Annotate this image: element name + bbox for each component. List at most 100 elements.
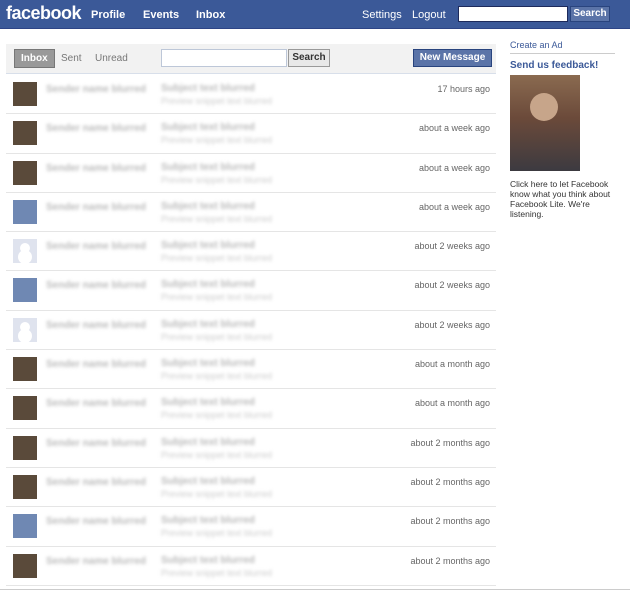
message-time: about 2 months ago — [410, 555, 490, 566]
message-sender[interactable]: Sender name blurred — [46, 83, 156, 96]
nav-logout[interactable]: Logout — [412, 9, 446, 21]
message-sender[interactable]: Sender name blurred — [46, 319, 156, 332]
message-sender[interactable]: Sender name blurred — [46, 240, 156, 253]
avatar[interactable] — [13, 474, 37, 499]
message-snippet: Preview snippet text blurred — [161, 528, 273, 539]
message-time: about 2 weeks ago — [414, 280, 490, 291]
message-list: Sender name blurred Subject text blurred P… — [6, 75, 496, 586]
message-row[interactable]: Sender name blurred Subject text blurred P… — [6, 429, 496, 468]
message-sender[interactable]: Sender name blurred — [46, 358, 156, 371]
message-time: about 2 weeks ago — [414, 241, 490, 252]
top-search-button[interactable]: Search — [570, 6, 610, 22]
message-snippet: Preview snippet text blurred — [161, 567, 273, 578]
inbox-toolbar: Inbox Sent Unread Search New Message — [6, 44, 496, 74]
right-sidebar: Create an Ad Send us feedback! Click her… — [510, 40, 615, 219]
tab-unread[interactable]: Unread — [95, 53, 128, 64]
nav-settings[interactable]: Settings — [362, 9, 402, 21]
message-subject[interactable]: Subject text blurred — [161, 201, 386, 212]
nav-inbox[interactable]: Inbox — [196, 9, 225, 21]
message-sender[interactable]: Sender name blurred — [46, 279, 156, 292]
message-snippet: Preview snippet text blurred — [161, 292, 273, 303]
message-subject[interactable]: Subject text blurred — [161, 397, 386, 408]
message-subject[interactable]: Subject text blurred — [161, 515, 386, 526]
message-sender[interactable]: Sender name blurred — [46, 397, 156, 410]
avatar[interactable] — [13, 160, 37, 185]
avatar[interactable] — [13, 396, 37, 421]
feedback-title[interactable]: Send us feedback! — [510, 60, 615, 71]
message-snippet: Preview snippet text blurred — [161, 135, 273, 146]
message-sender[interactable]: Sender name blurred — [46, 515, 156, 528]
message-snippet: Preview snippet text blurred — [161, 96, 273, 106]
avatar[interactable] — [13, 121, 37, 146]
avatar[interactable] — [13, 82, 37, 106]
avatar[interactable] — [13, 278, 37, 303]
message-time: about 2 months ago — [410, 516, 490, 527]
message-time: 17 hours ago — [437, 84, 490, 94]
message-subject[interactable]: Subject text blurred — [161, 555, 386, 566]
message-time: about a week ago — [418, 162, 490, 173]
message-subject[interactable]: Subject text blurred — [161, 240, 386, 251]
tab-sent[interactable]: Sent — [61, 53, 82, 64]
top-bar: facebook Profile Events Inbox Settings L… — [0, 0, 630, 29]
message-subject[interactable]: Subject text blurred — [161, 476, 386, 487]
message-snippet: Preview snippet text blurred — [161, 174, 273, 185]
message-subject[interactable]: Subject text blurred — [161, 437, 386, 448]
message-subject[interactable]: Subject text blurred — [161, 83, 386, 94]
message-subject[interactable]: Subject text blurred — [161, 122, 386, 133]
message-sender[interactable]: Sender name blurred — [46, 437, 156, 450]
avatar[interactable] — [13, 514, 37, 539]
message-row[interactable]: Sender name blurred Subject text blurred P… — [6, 547, 496, 586]
tab-inbox[interactable]: Inbox — [14, 49, 55, 68]
message-search-button[interactable]: Search — [288, 49, 330, 67]
message-sender[interactable]: Sender name blurred — [46, 476, 156, 489]
facebook-logo[interactable]: facebook — [6, 3, 82, 24]
feedback-text[interactable]: Click here to let Facebook know what you… — [510, 179, 615, 219]
message-time: about a week ago — [418, 201, 490, 212]
message-row[interactable]: Sender name blurred Subject text blurred P… — [6, 350, 496, 390]
top-search-input[interactable] — [458, 6, 568, 22]
message-time: about a week ago — [418, 123, 490, 134]
message-snippet: Preview snippet text blurred — [161, 410, 273, 421]
nav-profile[interactable]: Profile — [91, 9, 125, 21]
message-row[interactable]: Sender name blurred Subject text blurred P… — [6, 154, 496, 193]
avatar[interactable] — [13, 239, 37, 264]
message-subject[interactable]: Subject text blurred — [161, 162, 386, 173]
message-row[interactable]: Sender name blurred Subject text blurred P… — [6, 311, 496, 351]
message-snippet: Preview snippet text blurred — [161, 371, 273, 382]
message-time: about 2 weeks ago — [414, 319, 490, 330]
avatar[interactable] — [13, 357, 37, 382]
message-row[interactable]: Sender name blurred Subject text blurred P… — [6, 468, 496, 508]
message-row[interactable]: Sender name blurred Subject text blurred P… — [6, 193, 496, 233]
message-time: about 2 months ago — [410, 437, 490, 448]
message-time: about 2 months ago — [410, 476, 490, 487]
message-subject[interactable]: Subject text blurred — [161, 279, 386, 290]
message-snippet: Preview snippet text blurred — [161, 213, 273, 224]
message-row[interactable]: Sender name blurred Subject text blurred P… — [6, 507, 496, 547]
message-sender[interactable]: Sender name blurred — [46, 122, 156, 135]
nav-events[interactable]: Events — [143, 9, 179, 21]
message-sender[interactable]: Sender name blurred — [46, 201, 156, 214]
message-snippet: Preview snippet text blurred — [161, 449, 273, 460]
message-row[interactable]: Sender name blurred Subject text blurred P… — [6, 389, 496, 429]
message-time: about a month ago — [414, 359, 490, 370]
message-subject[interactable]: Subject text blurred — [161, 358, 386, 369]
bottom-divider — [0, 589, 630, 590]
message-row[interactable]: Sender name blurred Subject text blurred P… — [6, 232, 496, 272]
message-row[interactable]: Sender name blurred Subject text blurred P… — [6, 114, 496, 154]
message-snippet: Preview snippet text blurred — [161, 253, 273, 264]
avatar[interactable] — [13, 553, 37, 578]
avatar[interactable] — [13, 435, 37, 460]
message-snippet: Preview snippet text blurred — [161, 331, 273, 342]
message-sender[interactable]: Sender name blurred — [46, 162, 156, 175]
message-search-input[interactable] — [161, 49, 287, 67]
avatar[interactable] — [13, 199, 37, 224]
create-ad-link[interactable]: Create an Ad — [510, 40, 615, 54]
message-subject[interactable]: Subject text blurred — [161, 319, 386, 330]
message-row[interactable]: Sender name blurred Subject text blurred P… — [6, 75, 496, 115]
new-message-button[interactable]: New Message — [413, 49, 492, 67]
message-sender[interactable]: Sender name blurred — [46, 555, 156, 568]
message-snippet: Preview snippet text blurred — [161, 488, 273, 499]
avatar[interactable] — [13, 317, 37, 342]
feedback-photo[interactable] — [510, 75, 580, 171]
message-row[interactable]: Sender name blurred Subject text blurred P… — [6, 271, 496, 311]
